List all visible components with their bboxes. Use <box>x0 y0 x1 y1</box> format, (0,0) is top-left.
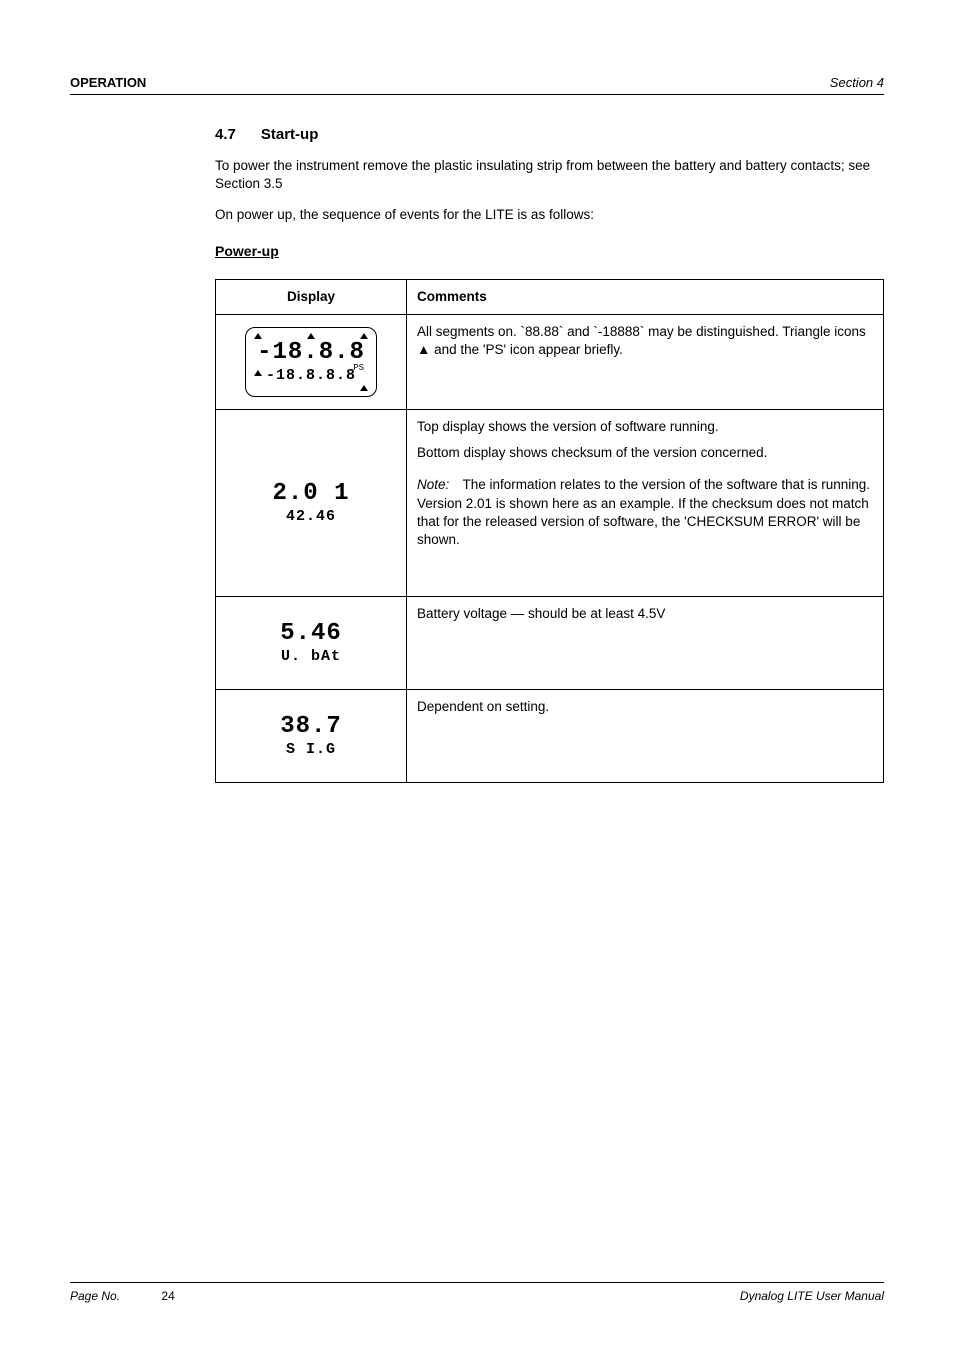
page-footer: Page No. 24 Dynalog LITE User Manual <box>70 1282 884 1303</box>
display-cell: 38.7 S I.G <box>216 690 407 783</box>
note-label: Note: <box>417 476 459 494</box>
comments-cell: Battery voltage — should be at least 4.5… <box>407 597 884 690</box>
display-cell: 5.46 U. bAt <box>216 597 407 690</box>
triangle-icon <box>254 370 262 376</box>
comments-cell: All segments on. `88.88` and `-18888` ma… <box>407 315 884 410</box>
table-header-row: Display Comments <box>216 279 884 314</box>
triangle-icon <box>307 333 315 339</box>
lcd-display: 2.0 1 42.46 <box>246 469 376 537</box>
lcd-row2: 42.46 <box>286 509 336 524</box>
row1-desc1: Top display shows the version of softwar… <box>417 418 873 436</box>
paragraph-1: To power the instrument remove the plast… <box>215 157 884 193</box>
section-title: Start-up <box>261 126 319 143</box>
lcd-row2: S I.G <box>286 742 336 757</box>
footer-left: Page No. 24 <box>70 1289 175 1303</box>
row2-desc: Battery voltage — should be at least 4.5… <box>417 606 665 621</box>
page-header: OPERATION Section 4 <box>70 60 884 95</box>
th-comments: Comments <box>407 279 884 314</box>
left-column <box>70 125 215 783</box>
row0-desc: All segments on. `88.88` and `-18888` ma… <box>417 324 866 357</box>
table-row: 2.0 1 42.46 Top display shows the versio… <box>216 410 884 597</box>
comments-cell: Dependent on setting. <box>407 690 884 783</box>
table-row: 5.46 U. bAt Battery voltage — should be … <box>216 597 884 690</box>
display-cell: -18.8.8 -18.8.8.8 PS <box>216 315 407 410</box>
lcd-row1: 5.46 <box>280 622 342 646</box>
triangle-icon <box>360 385 368 391</box>
lcd-row1: 38.7 <box>280 715 342 739</box>
page-num-label: Page No. <box>70 1289 120 1303</box>
triangle-icon <box>360 333 368 339</box>
lcd-display: 5.46 U. bAt <box>246 609 376 677</box>
lcd-row2: -18.8.8.8 <box>266 368 356 383</box>
row1-note: Note: The information relates to the ver… <box>417 476 873 549</box>
section-heading: 4.7 Start-up <box>215 125 884 145</box>
page-num-value: 24 <box>161 1289 174 1303</box>
lcd-row1: -18.8.8 <box>257 341 365 365</box>
footer-right: Dynalog LITE User Manual <box>740 1289 884 1303</box>
header-right: Section 4 <box>830 75 884 90</box>
comments-cell: Top display shows the version of softwar… <box>407 410 884 597</box>
lcd-row2: U. bAt <box>281 649 341 664</box>
content: 4.7 Start-up To power the instrument rem… <box>70 95 884 783</box>
table-row: 38.7 S I.G Dependent on setting. <box>216 690 884 783</box>
lcd-display: -18.8.8 -18.8.8.8 PS <box>245 327 377 397</box>
row3-desc: Dependent on setting. <box>417 699 549 714</box>
th-display: Display <box>216 279 407 314</box>
display-table: Display Comments <box>215 279 884 783</box>
display-cell: 2.0 1 42.46 <box>216 410 407 597</box>
section-number: 4.7 <box>215 126 236 143</box>
right-column: 4.7 Start-up To power the instrument rem… <box>215 125 884 783</box>
ps-icon: PS <box>353 362 364 374</box>
table-row: -18.8.8 -18.8.8.8 PS All segments on. `8… <box>216 315 884 410</box>
page: OPERATION Section 4 4.7 Start-up To powe… <box>0 0 954 1351</box>
paragraph-2: On power up, the sequence of events for … <box>215 206 884 224</box>
lcd-display: 38.7 S I.G <box>246 702 376 770</box>
note-text: The information relates to the version o… <box>417 477 870 547</box>
header-left: OPERATION <box>70 75 146 90</box>
triangle-icon <box>254 333 262 339</box>
subheading-powerup: Power-up <box>215 242 884 261</box>
row1-desc2: Bottom display shows checksum of the ver… <box>417 444 873 462</box>
lcd-row1: 2.0 1 <box>272 482 349 506</box>
